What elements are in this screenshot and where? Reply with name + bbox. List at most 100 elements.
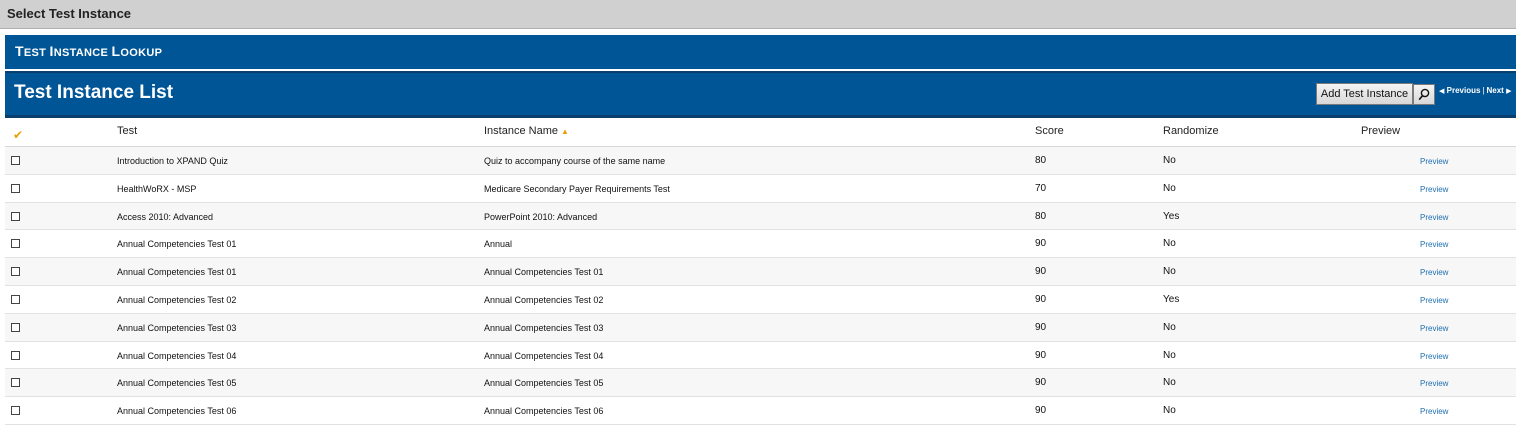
window-title: Select Test Instance — [0, 0, 1516, 29]
cell-score: 90 — [1035, 321, 1047, 333]
checkbox[interactable] — [11, 406, 20, 416]
preview-link[interactable]: Preview — [1420, 213, 1448, 222]
table-row[interactable]: Annual Competencies Test 01 Annual 90 No Pre… — [5, 230, 1516, 259]
column-header-score[interactable]: Score — [1035, 125, 1064, 137]
cell-randomize: No — [1163, 321, 1176, 333]
magnifier-icon — [1418, 88, 1430, 101]
pager: ◀ Previous | Next ▶ — [1439, 86, 1511, 95]
checkbox[interactable] — [11, 239, 20, 249]
row-checkbox[interactable] — [11, 239, 20, 249]
cell-test: Annual Competencies Test 01 — [117, 239, 237, 250]
cell-score: 90 — [1035, 405, 1047, 417]
checkbox[interactable] — [11, 183, 20, 193]
cell-randomize: No — [1163, 405, 1176, 417]
cell-instance-name: Medicare Secondary Payer Requirements Te… — [484, 183, 670, 194]
checkbox[interactable] — [11, 267, 20, 277]
list-title: Test Instance List — [14, 82, 174, 103]
cell-test: Annual Competencies Test 01 — [117, 267, 237, 278]
table-row[interactable]: Introduction to XPAND Quiz Quiz to accomp… — [5, 147, 1516, 175]
table-row[interactable]: Annual Competencies Test 06 Annual Compet… — [5, 397, 1516, 425]
previous-label: Previous — [1446, 86, 1481, 95]
triangle-right-icon: ▶ — [1506, 88, 1512, 95]
preview-link[interactable]: Preview — [1420, 379, 1448, 388]
lookup-word-ookup: ookup — [120, 47, 163, 59]
add-test-instance-button[interactable]: Add Test Instance — [1316, 83, 1413, 105]
cell-score: 80 — [1035, 155, 1047, 166]
preview-link[interactable]: Preview — [1420, 407, 1448, 416]
cell-randomize: Yes — [1163, 293, 1180, 305]
cell-randomize: No — [1163, 238, 1176, 250]
row-checkbox[interactable] — [11, 350, 20, 360]
row-checkbox[interactable] — [11, 267, 20, 277]
cell-test: Annual Competencies Test 03 — [117, 322, 237, 333]
cell-test: HealthWoRX - MSP — [117, 183, 197, 194]
preview-link[interactable]: Preview — [1420, 296, 1448, 305]
row-checkbox[interactable] — [11, 156, 20, 165]
checkbox[interactable] — [11, 294, 20, 304]
row-checkbox[interactable] — [11, 322, 20, 332]
table-row[interactable]: Annual Competencies Test 04 Annual Compet… — [5, 342, 1516, 370]
next-label: Next — [1486, 86, 1504, 95]
checkbox[interactable] — [11, 211, 20, 221]
cell-score: 70 — [1035, 182, 1047, 194]
preview-link[interactable]: Preview — [1420, 352, 1448, 361]
cell-score: 90 — [1035, 293, 1047, 305]
row-checkbox[interactable] — [11, 294, 20, 304]
checkbox[interactable] — [11, 156, 20, 165]
cell-test: Introduction to XPAND Quiz — [117, 156, 228, 166]
cell-instance-name: Annual Competencies Test 03 — [484, 322, 604, 333]
row-checkbox[interactable] — [11, 378, 20, 388]
column-header-instance-name[interactable]: Instance Name ▲ — [484, 125, 569, 137]
table-header-row: ✔ Test Instance Name ▲ Score Randomize P… — [5, 119, 1516, 147]
preview-link[interactable]: Preview — [1420, 324, 1448, 333]
cell-randomize: No — [1163, 349, 1176, 361]
cell-instance-name: Quiz to accompany course of the same nam… — [484, 156, 666, 166]
cell-randomize: Yes — [1163, 210, 1180, 222]
column-header-randomize[interactable]: Randomize — [1163, 125, 1219, 137]
cell-randomize: No — [1163, 155, 1176, 166]
row-checkbox[interactable] — [11, 211, 20, 221]
cell-score: 90 — [1035, 377, 1047, 389]
checkbox[interactable] — [11, 378, 20, 388]
lookup-letter-t: T — [15, 43, 24, 59]
table-row[interactable]: Annual Competencies Test 01 Annual Compet… — [5, 258, 1516, 286]
table-row[interactable]: Access 2010: Advanced PowerPoint 2010: Ad… — [5, 202, 1516, 231]
test-instance-lookup-bar[interactable]: Test Instance Lookup — [5, 35, 1516, 69]
pager-separator: | — [1482, 86, 1485, 95]
cell-instance-name: Annual — [484, 239, 513, 250]
preview-link[interactable]: Preview — [1420, 268, 1448, 277]
cell-instance-name: Annual Competencies Test 06 — [484, 406, 604, 417]
test-instance-table: ✔ Test Instance Name ▲ Score Randomize P… — [5, 119, 1516, 425]
cell-score: 90 — [1035, 238, 1047, 250]
cell-instance-name: Annual Competencies Test 05 — [484, 378, 604, 389]
table-row[interactable]: HealthWoRX - MSP Medicare Secondary Payer… — [5, 175, 1516, 203]
column-header-instance-name-label: Instance Name — [484, 125, 558, 137]
cell-test: Annual Competencies Test 05 — [117, 378, 237, 389]
table-row[interactable]: Annual Competencies Test 03 Annual Compet… — [5, 313, 1516, 342]
cell-test: Annual Competencies Test 02 — [117, 294, 237, 305]
lookup-word-est: est — [23, 47, 50, 59]
cell-score: 90 — [1035, 266, 1047, 278]
test-instance-list-header: Test Instance List Add Test Instance ◀ P… — [5, 71, 1516, 118]
row-checkbox[interactable] — [11, 183, 20, 193]
preview-link[interactable]: Preview — [1420, 185, 1448, 194]
search-button[interactable] — [1413, 84, 1435, 105]
row-checkbox[interactable] — [11, 406, 20, 416]
next-link[interactable]: Next ▶ — [1487, 86, 1512, 95]
checkbox[interactable] — [11, 322, 20, 332]
table-body: Introduction to XPAND Quiz Quiz to accomp… — [5, 147, 1516, 425]
preview-link[interactable]: Preview — [1420, 240, 1448, 249]
lookup-word-nstance: nstance — [53, 47, 112, 59]
column-header-test[interactable]: Test — [117, 125, 137, 137]
checkbox[interactable] — [11, 350, 20, 360]
previous-link[interactable]: ◀ Previous — [1439, 86, 1480, 95]
cell-instance-name: Annual Competencies Test 01 — [484, 267, 604, 278]
preview-link[interactable]: Preview — [1420, 157, 1448, 166]
checkmark-icon[interactable]: ✔ — [13, 128, 23, 142]
table-row[interactable]: Annual Competencies Test 05 Annual Compet… — [5, 369, 1516, 398]
cell-test: Access 2010: Advanced — [117, 211, 214, 222]
column-header-preview: Preview — [1361, 125, 1401, 137]
cell-instance-name: Annual Competencies Test 02 — [484, 294, 604, 305]
table-row[interactable]: Annual Competencies Test 02 Annual Compet… — [5, 286, 1516, 314]
cell-test: Annual Competencies Test 04 — [117, 350, 237, 361]
